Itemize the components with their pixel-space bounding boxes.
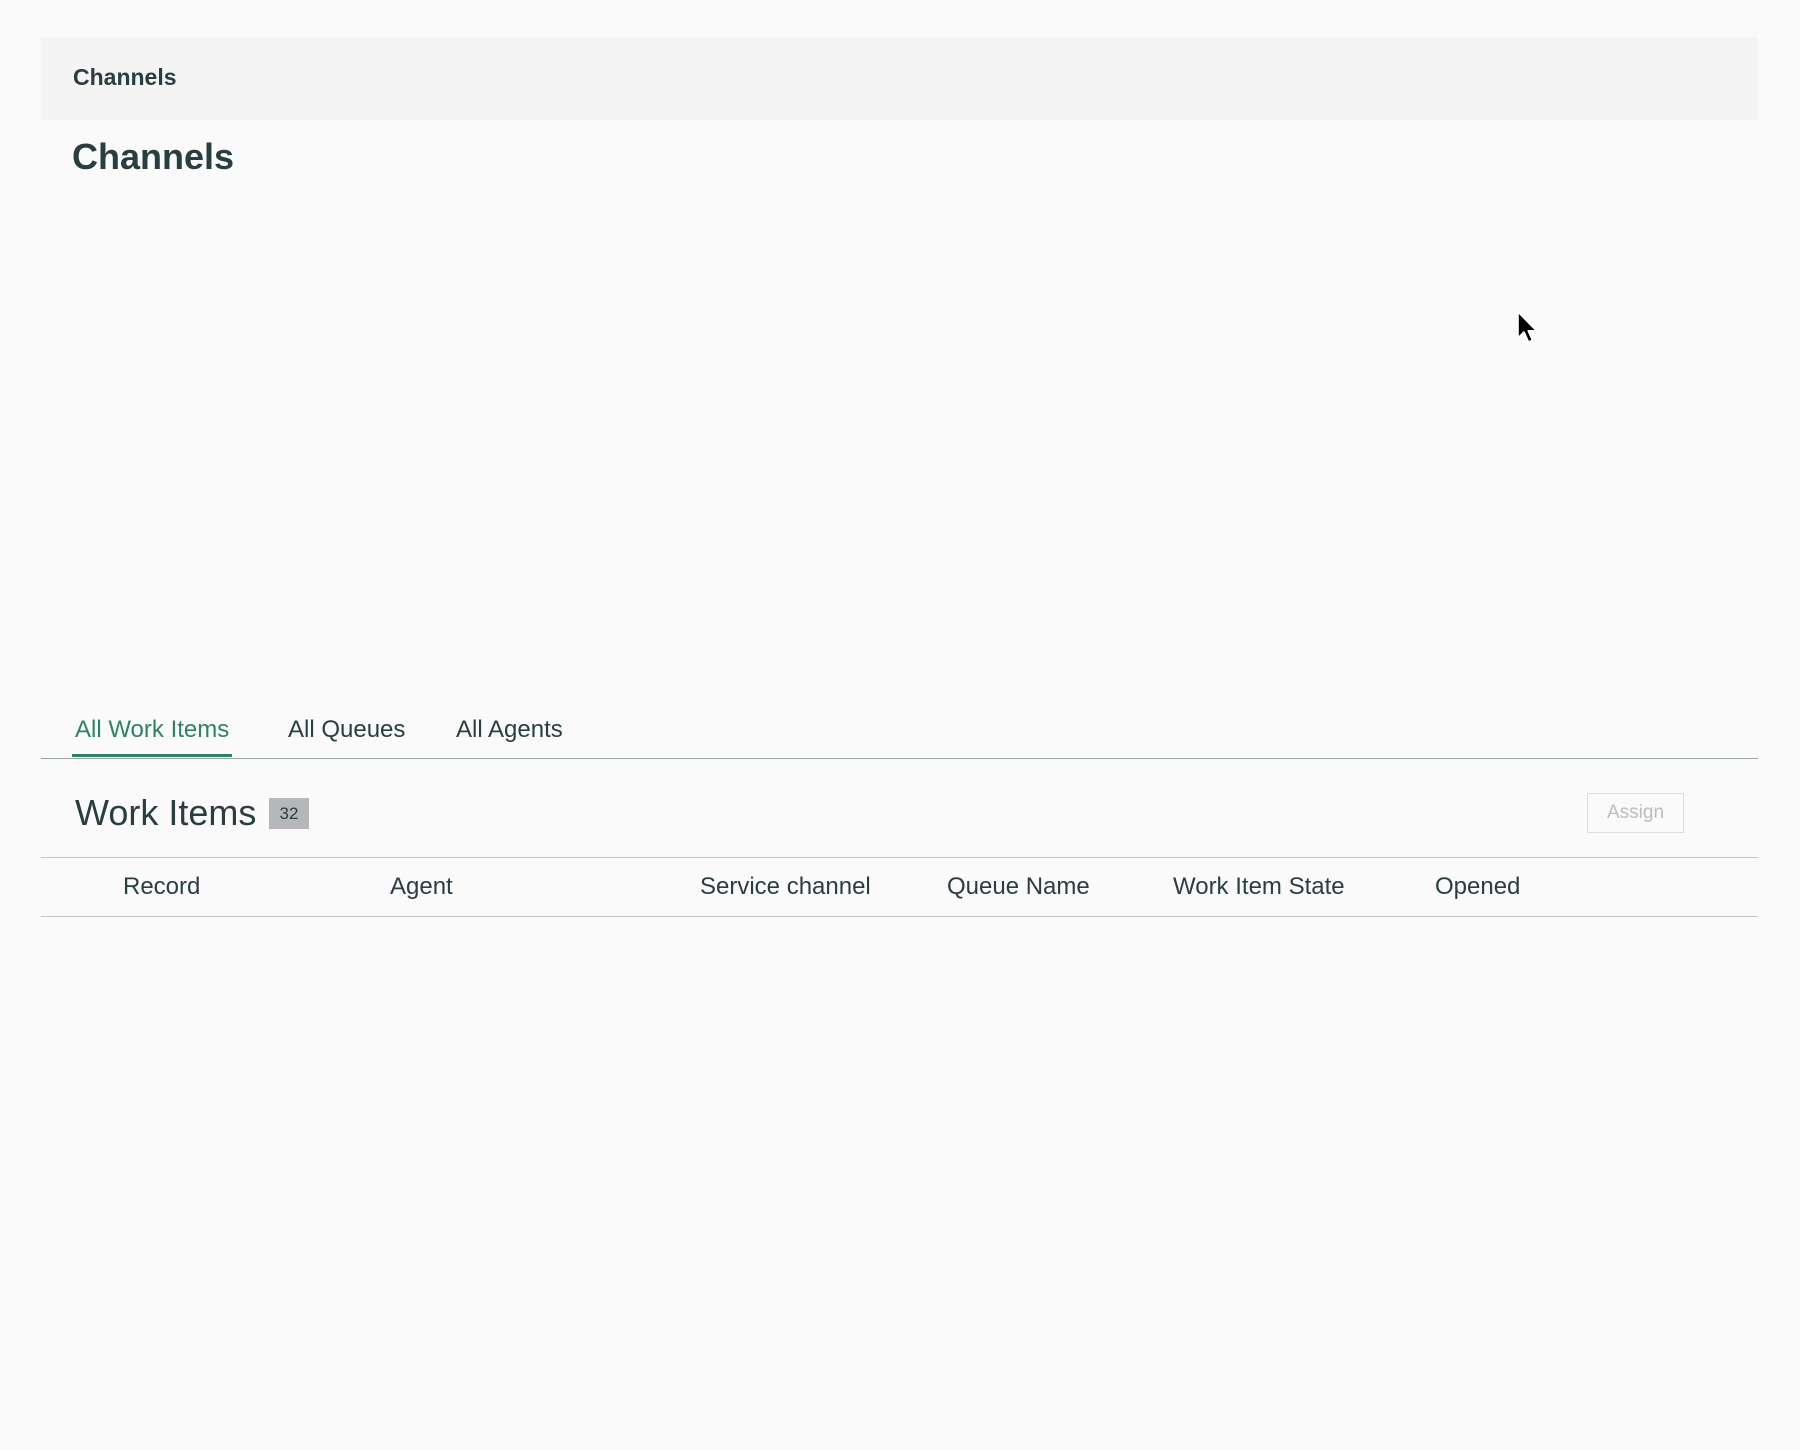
top-header-bar: Channels [41,37,1758,120]
column-header-opened[interactable]: Opened [1435,858,1520,916]
column-header-record[interactable]: Record [123,858,200,916]
work-items-title: Work Items [75,792,257,833]
column-header-work-item-state[interactable]: Work Item State [1173,858,1345,916]
table-header-row: Record Agent Service channel Queue Name … [41,857,1758,917]
tab-all-agents[interactable]: All Agents [456,710,563,757]
tab-all-queues[interactable]: All Queues [288,710,405,757]
column-header-queue-name[interactable]: Queue Name [947,858,1090,916]
tab-bar: All Work Items All Queues All Agents [41,710,1758,759]
page-title: Channels [72,136,235,177]
assign-button[interactable]: Assign [1587,793,1684,833]
work-items-count-badge: 32 [269,798,309,829]
tab-all-work-items[interactable]: All Work Items [72,710,233,757]
header-title: Channels [73,64,177,90]
column-header-agent[interactable]: Agent [390,858,453,916]
mouse-pointer-icon [1517,311,1538,343]
column-header-service-channel[interactable]: Service channel [700,858,871,916]
